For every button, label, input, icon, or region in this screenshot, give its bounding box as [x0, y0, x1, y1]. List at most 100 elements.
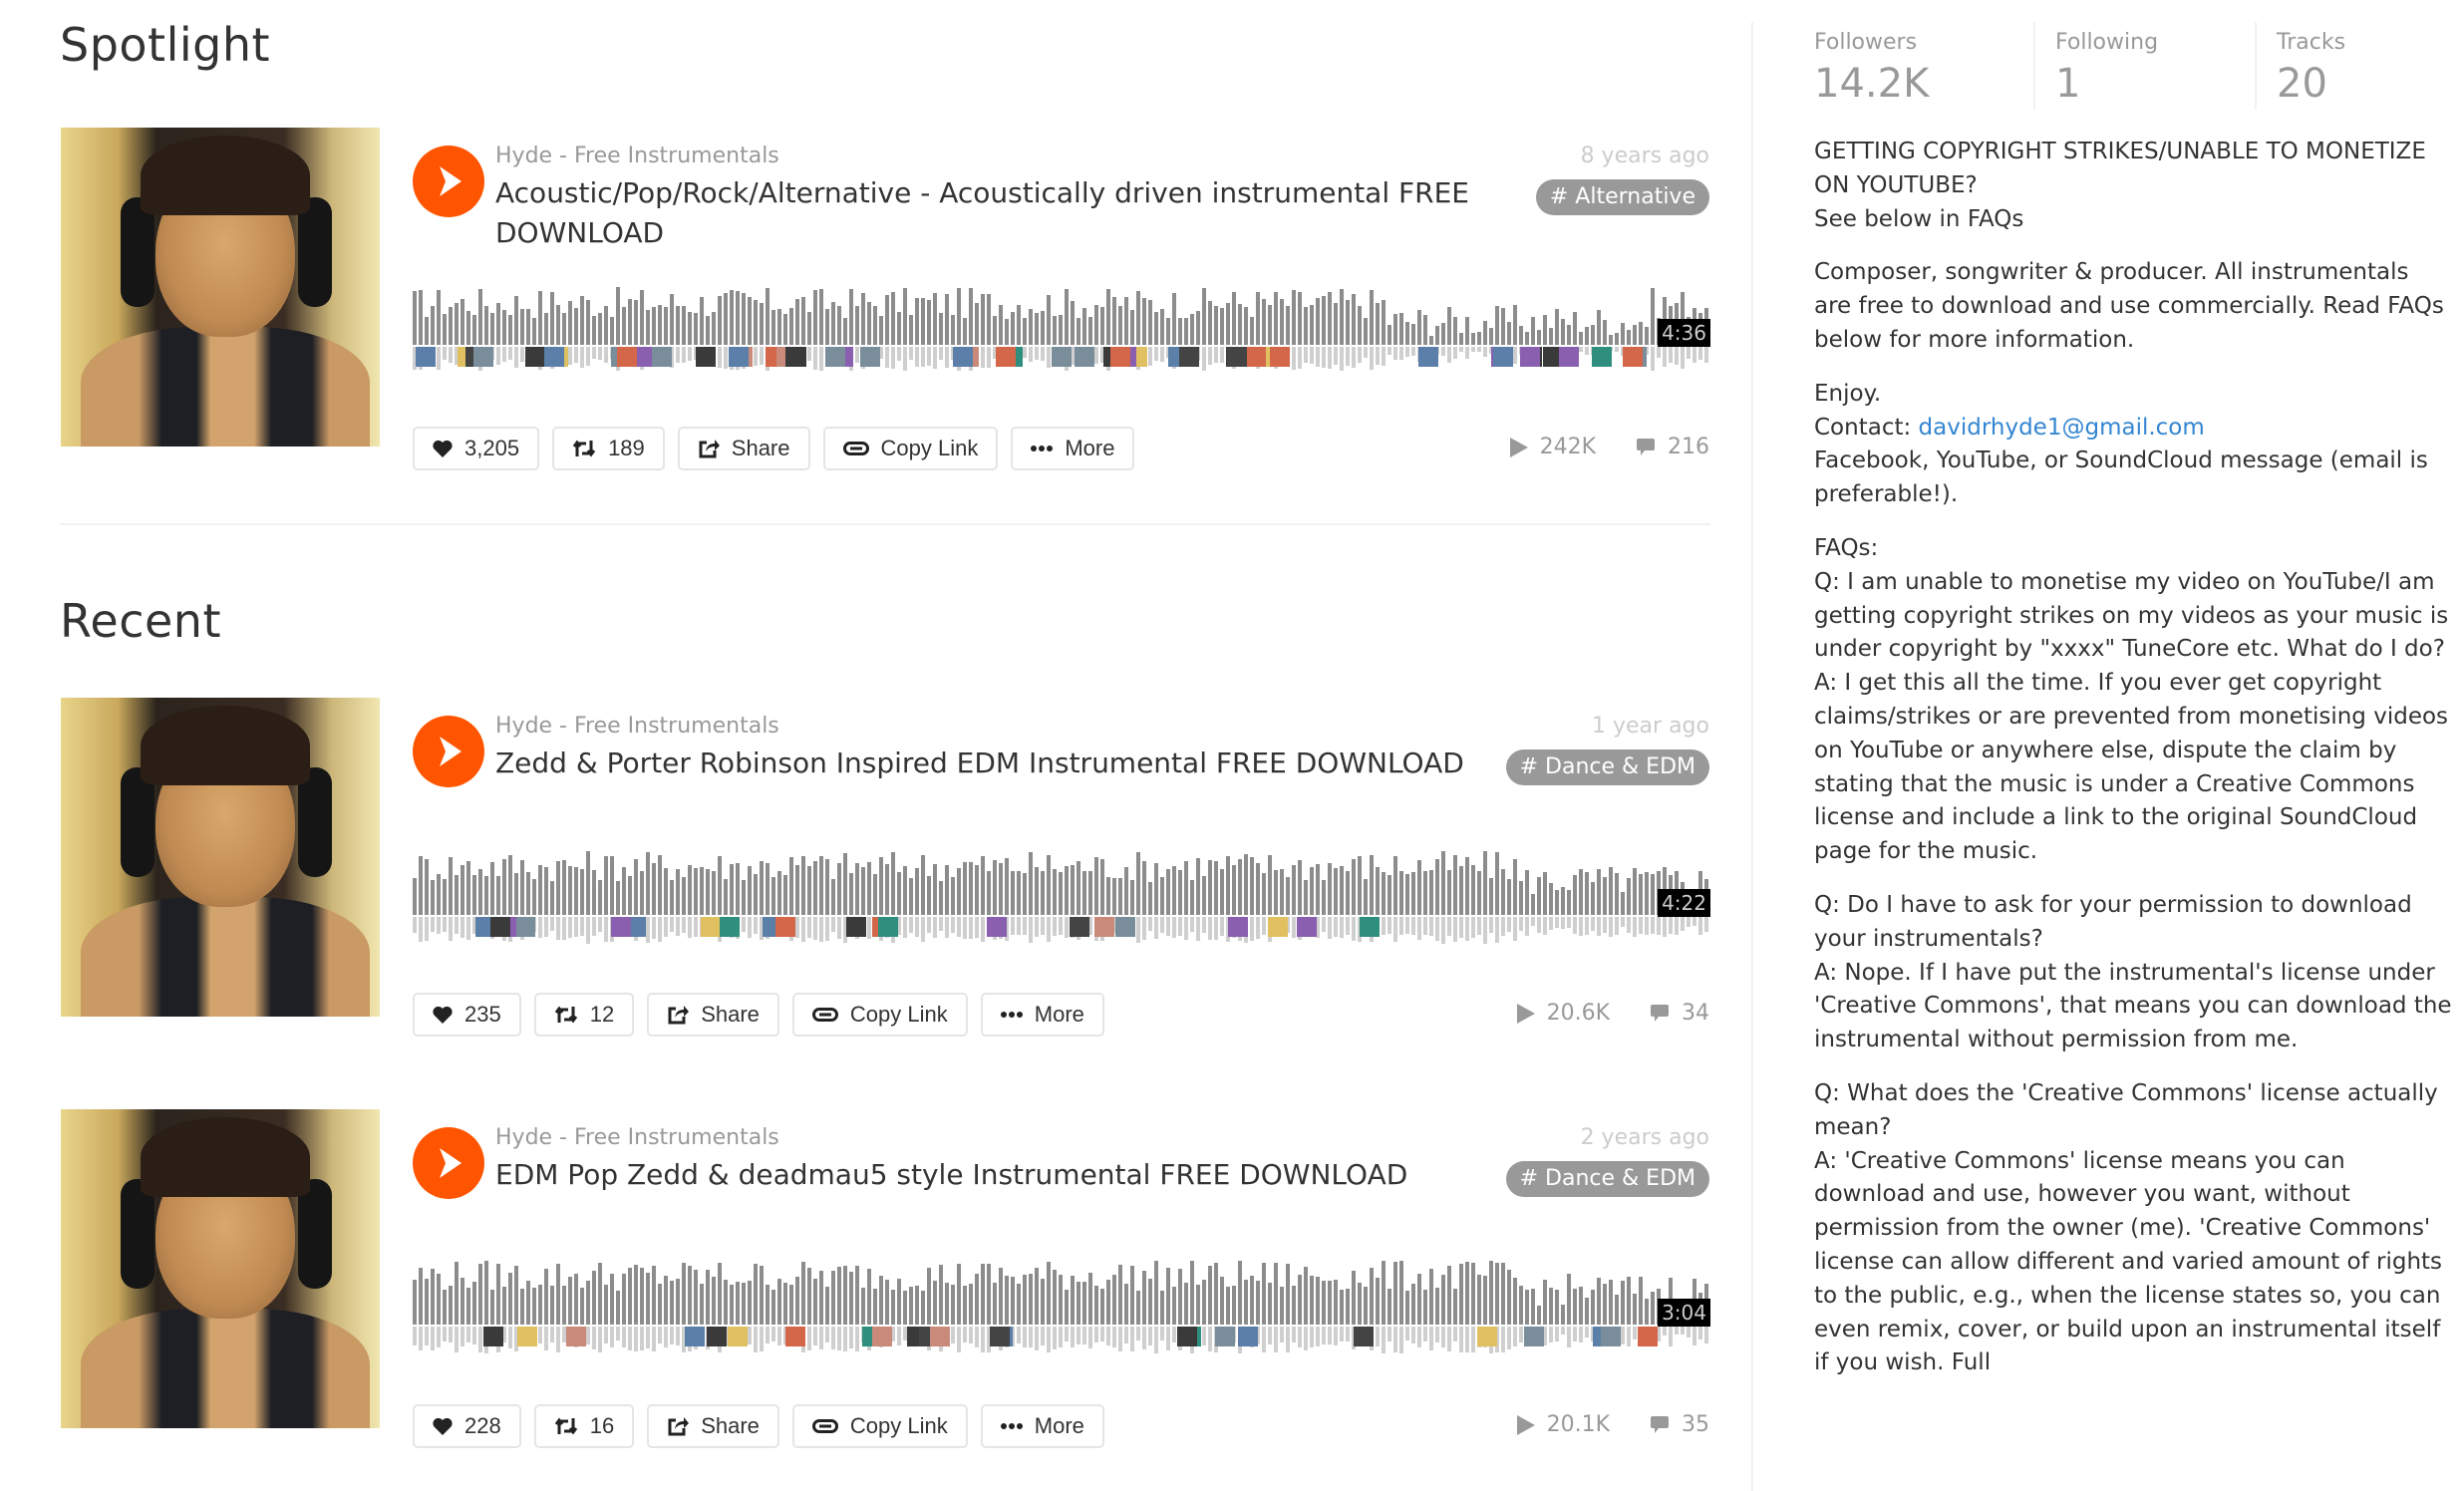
comment-avatar[interactable] [517, 1327, 537, 1346]
comment-avatar[interactable] [416, 347, 436, 367]
like-button[interactable]: 235 [413, 993, 521, 1037]
comment-avatar[interactable] [1228, 917, 1248, 937]
tracks-stat[interactable]: Tracks 20 [2255, 22, 2434, 110]
comment-avatar[interactable] [1524, 1327, 1544, 1346]
comment-avatar[interactable] [930, 1327, 950, 1346]
play-button[interactable] [413, 1127, 484, 1199]
genre-tag[interactable]: # Dance & EDM [1505, 1161, 1709, 1197]
comment-avatar[interactable] [1493, 347, 1513, 367]
comment-avatar[interactable] [525, 347, 545, 367]
like-button[interactable]: 3,205 [413, 427, 540, 470]
comment-avatar[interactable] [872, 1327, 892, 1346]
comment-avatar[interactable] [1601, 1327, 1621, 1346]
waveform[interactable]: 4:22 [413, 845, 1710, 955]
comment-avatar[interactable] [1297, 917, 1317, 937]
comment-avatar[interactable] [1177, 1327, 1197, 1346]
share-button[interactable]: Share [677, 427, 810, 470]
comment-avatar[interactable] [846, 917, 866, 937]
more-button[interactable]: More [980, 993, 1104, 1037]
comment-avatar[interactable] [990, 1327, 1010, 1346]
track-artwork[interactable] [61, 1109, 380, 1428]
comment-avatar[interactable] [1360, 917, 1380, 937]
comment-avatar[interactable] [515, 917, 535, 937]
waveform[interactable]: 4:36 [413, 275, 1710, 385]
track-title[interactable]: Acoustic/Pop/Rock/Alternative - Acoustic… [495, 173, 1492, 253]
repost-button[interactable]: 189 [552, 427, 665, 470]
repost-button[interactable]: 16 [533, 1404, 635, 1448]
share-button[interactable]: Share [647, 993, 779, 1037]
comment-avatar[interactable] [860, 347, 880, 367]
comment-avatar[interactable] [1418, 347, 1438, 367]
comment-avatar[interactable] [1215, 1327, 1235, 1346]
track-title[interactable]: Zedd & Porter Robinson Inspired EDM Inst… [495, 744, 1492, 783]
more-button[interactable]: More [1011, 427, 1135, 470]
comment-avatar[interactable] [701, 917, 721, 937]
copy-link-button[interactable]: Copy Link [791, 993, 968, 1037]
comment-avatar[interactable] [1070, 917, 1089, 937]
more-button[interactable]: More [980, 1404, 1104, 1448]
comment-avatar[interactable] [1115, 917, 1135, 937]
comment-avatar[interactable] [785, 1327, 805, 1346]
comment-avatar[interactable] [1592, 347, 1612, 367]
copy-link-button[interactable]: Copy Link [822, 427, 999, 470]
comment-avatar[interactable] [1094, 917, 1114, 937]
copy-link-button[interactable]: Copy Link [791, 1404, 968, 1448]
comment-avatar[interactable] [878, 917, 898, 937]
comment-avatar[interactable] [1559, 347, 1579, 367]
comment-avatar[interactable] [1520, 347, 1540, 367]
comment-avatar[interactable] [566, 1327, 586, 1346]
comment-avatar[interactable] [775, 917, 795, 937]
comment-avatar[interactable] [1268, 917, 1288, 937]
comment-avatar[interactable] [1052, 347, 1072, 367]
following-stat[interactable]: Following 1 [2033, 22, 2255, 110]
comment-avatar[interactable] [544, 347, 564, 367]
comment-avatar[interactable] [652, 347, 672, 367]
comment-avatar[interactable] [825, 347, 845, 367]
comment-avatar[interactable] [1270, 347, 1290, 367]
like-button[interactable]: 228 [413, 1404, 521, 1448]
comment-avatar[interactable] [1638, 1327, 1658, 1346]
track-artwork[interactable] [61, 698, 380, 1017]
comment-avatar[interactable] [785, 347, 805, 367]
comment-avatar[interactable] [473, 347, 493, 367]
comment-avatar[interactable] [1075, 347, 1094, 367]
track-uploader[interactable]: Hyde - Free Instrumentals [495, 144, 779, 168]
track-title[interactable]: EDM Pop Zedd & deadmau5 style Instrument… [495, 1155, 1492, 1195]
waveform[interactable]: 3:04 [413, 1255, 1710, 1364]
comment-avatar[interactable] [729, 347, 749, 367]
comment-avatar[interactable] [483, 1327, 503, 1346]
comment-avatar[interactable] [696, 347, 716, 367]
comment-avatar[interactable] [707, 1327, 727, 1346]
comment-avatar[interactable] [1110, 347, 1130, 367]
track-artwork[interactable] [61, 128, 380, 447]
repost-button[interactable]: 12 [533, 993, 635, 1037]
comment-avatar[interactable] [1623, 347, 1643, 367]
comment-avatar[interactable] [987, 917, 1007, 937]
comment-count[interactable]: 34 [1650, 1001, 1709, 1026]
contact-email-link[interactable]: davidrhyde1@gmail.com [1919, 415, 2205, 441]
track-uploader[interactable]: Hyde - Free Instrumentals [495, 714, 779, 739]
comment-avatar[interactable] [490, 917, 510, 937]
comment-avatar[interactable] [1227, 347, 1247, 367]
comment-avatar[interactable] [1179, 347, 1199, 367]
play-button[interactable] [413, 146, 484, 217]
comment-avatar[interactable] [996, 347, 1016, 367]
share-button[interactable]: Share [647, 1404, 779, 1448]
comment-avatar[interactable] [1238, 1327, 1258, 1346]
comment-avatar[interactable] [1477, 1327, 1497, 1346]
comment-avatar[interactable] [611, 917, 631, 937]
comment-avatar[interactable] [720, 917, 740, 937]
comment-avatar[interactable] [1354, 1327, 1374, 1346]
track-uploader[interactable]: Hyde - Free Instrumentals [495, 1125, 779, 1150]
genre-tag[interactable]: # Alternative [1535, 179, 1709, 215]
comment-avatar[interactable] [685, 1327, 705, 1346]
play-button[interactable] [413, 716, 484, 787]
comment-avatar[interactable] [1246, 347, 1266, 367]
genre-tag[interactable]: # Dance & EDM [1505, 749, 1709, 785]
comment-count[interactable]: 216 [1636, 435, 1709, 459]
comment-count[interactable]: 35 [1650, 1412, 1709, 1437]
followers-stat[interactable]: Followers 14.2K [1814, 22, 2033, 110]
comment-avatar[interactable] [953, 347, 973, 367]
comment-avatar[interactable] [728, 1327, 748, 1346]
comment-avatar[interactable] [617, 347, 637, 367]
